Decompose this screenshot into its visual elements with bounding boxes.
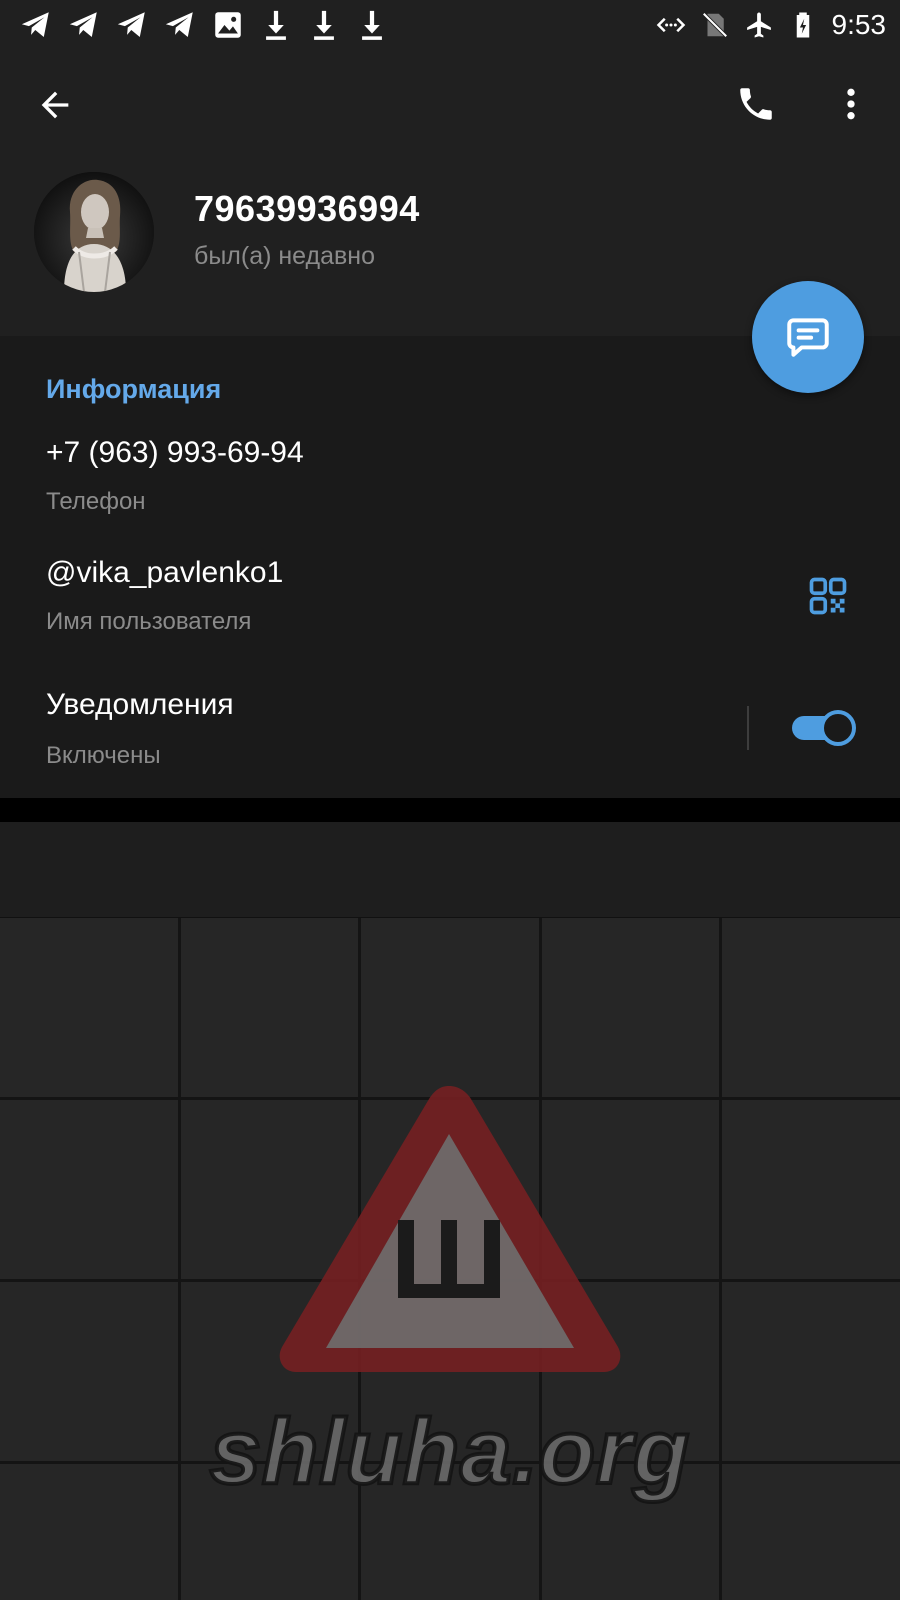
phone-number: +7 (963) 993-69-94: [46, 436, 304, 469]
message-icon: [787, 318, 829, 357]
info-section: Информация +7 (963) 993-69-94 Телефон @v…: [0, 336, 900, 798]
notifications-toggle[interactable]: [790, 708, 856, 746]
media-item[interactable]: [541, 1282, 720, 1461]
media-item[interactable]: [722, 1282, 900, 1461]
media-item[interactable]: [180, 1282, 359, 1461]
profile-name: 79639936994: [194, 188, 420, 229]
clock: 9:53: [831, 9, 887, 40]
notifications-title: Уведомления: [46, 688, 234, 721]
data-saver-icon: [656, 17, 685, 33]
send-message-button[interactable]: [752, 281, 864, 393]
image-icon: [215, 12, 241, 38]
phone-label: Телефон: [46, 488, 146, 515]
more-menu-button[interactable]: [828, 80, 874, 128]
more-vertical-icon: [847, 88, 855, 120]
media-item[interactable]: [361, 1282, 539, 1461]
arrow-back-icon: [41, 91, 69, 119]
avatar[interactable]: [34, 172, 154, 292]
toggle-knob: [820, 710, 856, 746]
media-item[interactable]: [0, 918, 178, 1097]
media-item[interactable]: [180, 1100, 359, 1279]
media-item[interactable]: [361, 1464, 539, 1600]
telegram-icon: [69, 12, 97, 38]
media-item[interactable]: [541, 1464, 720, 1600]
call-button[interactable]: [732, 80, 780, 128]
media-tabs-bar: [0, 822, 900, 918]
last-seen-status: был(а) недавно: [194, 242, 376, 270]
media-item[interactable]: [361, 918, 539, 1097]
telegram-icon: [165, 12, 193, 38]
status-bar: 9:53: [0, 0, 900, 50]
username-label: Имя пользователя: [46, 608, 252, 635]
toggle-divider: [747, 706, 749, 750]
section-title: Информация: [46, 374, 222, 404]
airplane-icon: [746, 12, 771, 38]
battery-charging-icon: [796, 12, 809, 38]
section-separator: [0, 798, 900, 822]
telegram-icon: [21, 12, 49, 38]
download-icon: [362, 10, 382, 40]
media-item[interactable]: [541, 918, 720, 1097]
shared-media-grid: [0, 918, 900, 1600]
media-item[interactable]: [0, 1282, 178, 1461]
download-icon: [314, 10, 334, 40]
media-item[interactable]: [0, 1100, 178, 1279]
media-item[interactable]: [722, 1100, 900, 1279]
media-item[interactable]: [541, 1100, 720, 1279]
username: @vika_pavlenko1: [46, 556, 284, 589]
qr-code-button[interactable]: [800, 568, 856, 624]
media-item[interactable]: [722, 1464, 900, 1600]
toolbar: [0, 50, 900, 160]
back-button[interactable]: [30, 80, 80, 130]
no-sim-icon: [701, 12, 728, 38]
telegram-icon: [117, 12, 145, 38]
avatar-photo: [34, 172, 154, 292]
notifications-state: Включены: [46, 742, 161, 769]
media-item[interactable]: [722, 918, 900, 1097]
download-icon: [266, 10, 286, 40]
media-item[interactable]: [361, 1100, 539, 1279]
media-item[interactable]: [0, 1464, 178, 1600]
system-icons: 9:53: [656, 6, 887, 44]
qr-code-icon: [809, 577, 847, 615]
media-item[interactable]: [180, 1464, 359, 1600]
notification-icons: [18, 8, 390, 42]
media-item[interactable]: [180, 918, 359, 1097]
phone-icon: [740, 88, 772, 120]
